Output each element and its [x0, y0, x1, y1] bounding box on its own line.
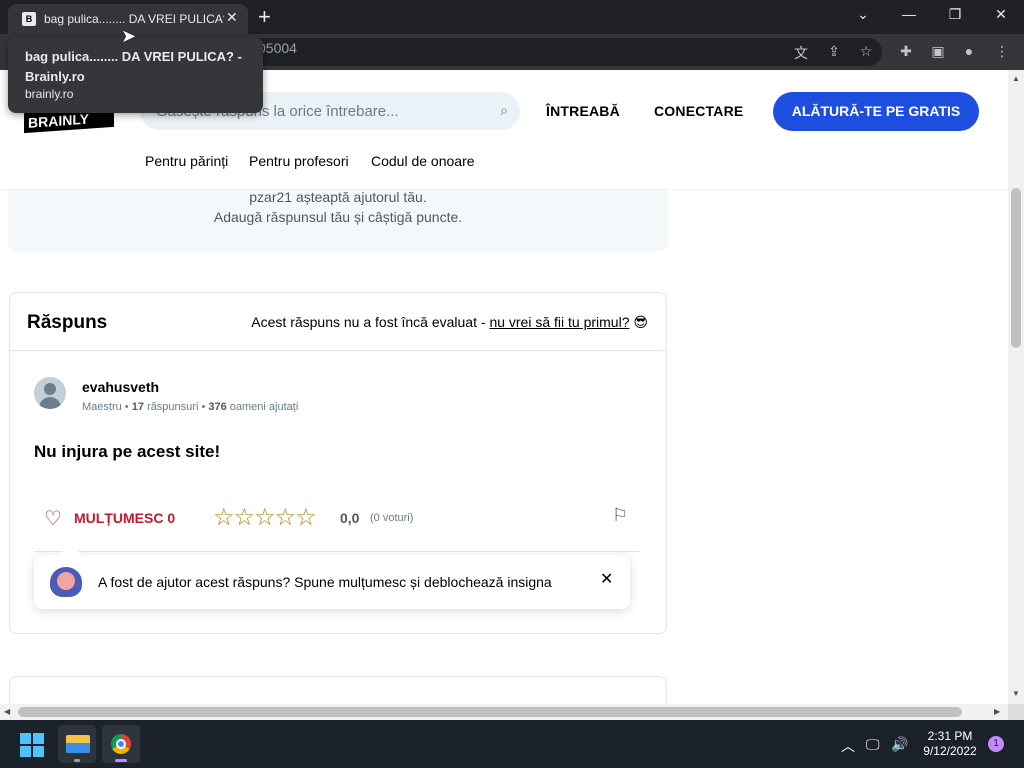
author-rank: Maestru: [82, 401, 122, 413]
next-card: [9, 676, 667, 704]
tab-search-chevron-icon[interactable]: ⌄: [853, 6, 873, 23]
answer-text: Nu injura pe acest site!: [34, 442, 221, 461]
sunglasses-emoji-icon: 😎: [633, 314, 648, 330]
scroll-right-arrow-icon[interactable]: ▶: [994, 707, 1000, 716]
login-button[interactable]: CONECTARE: [654, 103, 743, 119]
new-tab-button[interactable]: +: [258, 4, 271, 30]
tooltip-domain: brainly.ro: [25, 87, 74, 101]
windows-taskbar: ︿ 🖵 🔊 2:31 PM 9/12/2022 1: [0, 720, 1024, 768]
search-icon[interactable]: ⌕: [500, 102, 508, 119]
earn-points-text: Adaugă răspunsul tău și câștigă puncte.: [213, 209, 463, 225]
star-4-icon[interactable]: ☆: [275, 504, 296, 531]
heart-icon: ♡: [44, 508, 62, 530]
join-free-button[interactable]: ALĂTURĂ-TE PE GRATIS: [773, 92, 979, 131]
star-3-icon[interactable]: ☆: [254, 504, 275, 531]
start-button-windows-icon[interactable]: [20, 733, 44, 757]
ask-button[interactable]: ÎNTREABĂ: [546, 103, 620, 119]
taskbar-clock[interactable]: 2:31 PM 9/12/2022: [918, 729, 982, 759]
answer-card: Răspuns Acest răspuns nu a fost încă eva…: [9, 292, 667, 634]
rating-note: Acest răspuns nu a fost încă evaluat - n…: [251, 314, 648, 331]
chrome-taskbar-icon[interactable]: [102, 725, 140, 763]
toast-message: A fost de ajutor acest răspuns? Spune mu…: [98, 574, 552, 590]
restore-button[interactable]: ❐: [945, 6, 965, 23]
answers-label: răspunsuri: [147, 401, 199, 413]
file-explorer-icon[interactable]: [58, 725, 96, 763]
translate-icon[interactable]: 文: [792, 43, 810, 63]
divider: [34, 551, 640, 552]
badge-icon: [50, 567, 82, 597]
star-5-icon[interactable]: ☆: [295, 504, 316, 531]
notification-badge[interactable]: 1: [988, 736, 1004, 752]
horizontal-scroll-thumb[interactable]: [18, 707, 962, 717]
share-icon[interactable]: ⇪: [825, 43, 843, 60]
link-teachers[interactable]: Pentru profesori: [249, 153, 349, 169]
vertical-scroll-thumb[interactable]: [1011, 188, 1021, 348]
mouse-cursor-icon: ➤: [121, 26, 137, 46]
link-honor-code[interactable]: Codul de onoare: [371, 153, 475, 169]
minimize-button[interactable]: —: [899, 6, 919, 22]
link-parents[interactable]: Pentru părinți: [145, 153, 228, 169]
browser-titlebar: B bag pulica........ DA VREI PULICA? ✕ +…: [0, 0, 1024, 34]
close-icon[interactable]: ✕: [600, 569, 613, 589]
profile-icon[interactable]: ●: [960, 43, 978, 59]
clock-time: 2:31 PM: [927, 729, 973, 743]
scroll-left-arrow-icon[interactable]: ◀: [4, 707, 10, 716]
tooltip-title: bag pulica........ DA VREI PULICA? - Bra…: [25, 49, 242, 84]
vertical-scrollbar[interactable]: ▲ ▼: [1008, 70, 1024, 704]
menu-kebab-icon[interactable]: ⋮: [993, 43, 1011, 60]
answer-section-title: Răspuns: [27, 312, 108, 333]
star-rating[interactable]: ☆☆☆☆☆: [213, 503, 317, 532]
close-tab-icon[interactable]: ✕: [226, 9, 238, 26]
helped-count: 376: [208, 401, 227, 413]
thanks-prompt-toast: A fost de ajutor acest răspuns? Spune mu…: [34, 543, 630, 609]
answers-count: 17: [131, 401, 144, 413]
author-stats: Maestru • 17 răspunsuri • 376 oameni aju…: [82, 401, 299, 413]
volume-icon[interactable]: 🔊: [891, 736, 908, 753]
helped-label: oameni ajutați: [229, 401, 299, 413]
star-2-icon[interactable]: ☆: [234, 504, 255, 531]
votes-count: (0 voturi): [370, 512, 414, 524]
scroll-down-arrow-icon[interactable]: ▼: [1012, 689, 1020, 698]
web-page: BRAINLY ⌕ ÎNTREABĂ CONECTARE ALĂTURĂ-TE …: [0, 70, 1008, 704]
window-close-button[interactable]: ✕: [991, 6, 1011, 23]
rate-first-link[interactable]: nu vrei să fii tu primul?: [489, 314, 629, 330]
answer-card-header: Răspuns Acest răspuns nu a fost încă eva…: [10, 293, 666, 351]
extensions-icon[interactable]: ✚: [897, 43, 915, 60]
url-text: 05004: [258, 40, 297, 56]
star-1-icon[interactable]: ☆: [213, 504, 234, 531]
rating-value: 0,0: [340, 510, 360, 526]
brainly-favicon-icon: B: [22, 12, 36, 26]
answer-author[interactable]: evahusveth: [82, 379, 159, 395]
report-flag-icon[interactable]: ⚐: [612, 505, 628, 526]
bookmark-star-icon[interactable]: ☆: [857, 43, 875, 60]
thanks-label: MULȚUMESC 0: [74, 510, 176, 526]
clock-date: 9/12/2022: [923, 744, 977, 758]
horizontal-scrollbar[interactable]: ◀ ▶: [0, 704, 1008, 720]
rating-note-text: Acest răspuns nu a fost încă evaluat -: [251, 314, 490, 330]
side-panel-icon[interactable]: ▣: [929, 43, 947, 60]
tab-title: bag pulica........ DA VREI PULICA?: [44, 12, 224, 26]
waiting-text: pzar21 așteaptă ajutorul tău.: [249, 189, 427, 205]
avatar[interactable]: [34, 377, 66, 409]
scroll-up-arrow-icon[interactable]: ▲: [1012, 74, 1020, 83]
network-icon[interactable]: 🖵: [866, 736, 880, 753]
tab-tooltip: bag pulica........ DA VREI PULICA? - Bra…: [8, 37, 263, 113]
toast-caret: [58, 543, 82, 567]
scrollbar-corner: [1008, 704, 1024, 720]
tray-chevron-up-icon[interactable]: ︿: [841, 736, 855, 756]
